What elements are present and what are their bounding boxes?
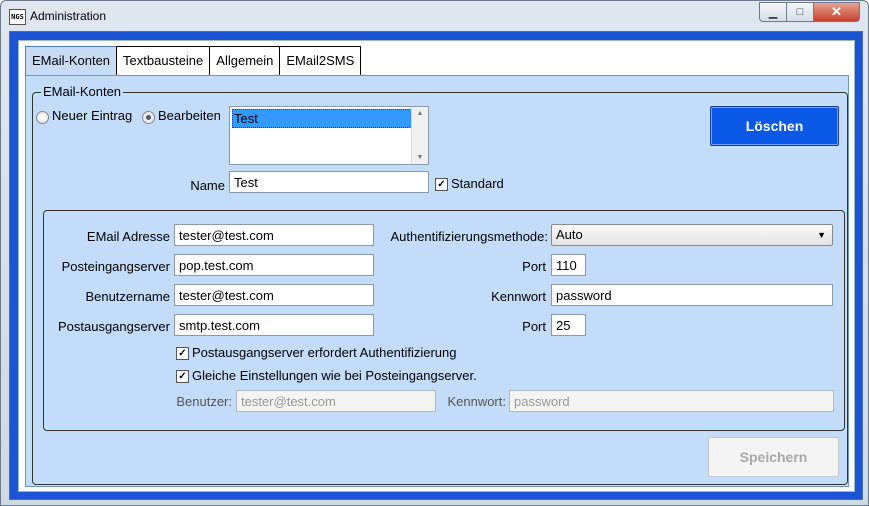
window-title: Administration	[30, 9, 107, 23]
same-settings-label: Gleiche Einstellungen wie bei Posteingan…	[192, 368, 477, 383]
incoming-port-input[interactable]: 110	[551, 254, 586, 276]
scroll-down-icon[interactable]: ▼	[412, 154, 428, 161]
username-label: Benutzername	[85, 289, 170, 304]
smtp-password-input[interactable]: password	[509, 390, 834, 412]
minimize-button[interactable]: ▁	[759, 2, 786, 22]
radio-edit-label: Bearbeiten	[158, 108, 221, 123]
tab-email2sms[interactable]: EMail2SMS	[279, 46, 362, 76]
maximize-icon: □	[796, 6, 804, 18]
account-settings-panel: EMail Adresse tester@test.com Authentifi…	[43, 210, 845, 431]
email-address-input[interactable]: tester@test.com	[174, 224, 374, 246]
radio-edit[interactable]	[142, 111, 155, 124]
outgoing-port-label: Port	[522, 319, 546, 334]
auth-method-value: Auto	[556, 227, 583, 242]
dropdown-arrow-icon: ▼	[817, 230, 826, 240]
title-bar[interactable]: NGS Administration ▁ □ ✕	[1, 1, 868, 31]
incoming-server-label: Posteingangserver	[61, 259, 170, 274]
client-area: EMail-Konten Textbausteine Allgemein EMa…	[18, 40, 855, 492]
outgoing-server-input[interactable]: smtp.test.com	[174, 314, 374, 336]
name-input[interactable]: Test	[229, 171, 429, 193]
tab-strip: EMail-Konten Textbausteine Allgemein EMa…	[25, 46, 362, 76]
minimize-icon: ▁	[768, 6, 778, 19]
tab-email-konten[interactable]: EMail-Konten	[25, 46, 118, 76]
radio-new-entry[interactable]	[36, 111, 49, 124]
radio-new-entry-label: Neuer Eintrag	[52, 108, 133, 123]
outgoing-port-input[interactable]: 25	[551, 314, 586, 336]
close-icon: ✕	[831, 4, 842, 19]
app-icon: NGS	[9, 9, 26, 25]
maximize-button[interactable]: □	[786, 2, 813, 22]
close-button[interactable]: ✕	[813, 2, 860, 22]
caption-buttons: ▁ □ ✕	[759, 2, 860, 22]
same-settings-checkbox[interactable]: ✓	[176, 370, 189, 383]
email-address-label: EMail Adresse	[86, 229, 170, 244]
tab-page-email-konten: EMail-Konten Neuer Eintrag Bearbeiten Te…	[25, 75, 849, 487]
standard-label: Standard	[451, 176, 504, 191]
smtp-password-label: Kennwort:	[447, 394, 506, 409]
smtp-auth-checkbox[interactable]: ✓	[176, 347, 189, 360]
group-legend: EMail-Konten	[41, 84, 124, 99]
auth-method-select[interactable]: Auto ▼	[551, 224, 833, 246]
password-input[interactable]: password	[551, 284, 833, 306]
incoming-port-label: Port	[522, 259, 546, 274]
password-label: Kennwort	[491, 289, 546, 304]
save-button[interactable]: Speichern	[708, 437, 839, 477]
standard-checkbox[interactable]: ✓	[435, 178, 448, 191]
outgoing-server-label: Postausgangserver	[57, 319, 170, 334]
account-listbox[interactable]: Test ▲ ▼	[229, 106, 429, 165]
tab-allgemein[interactable]: Allgemein	[209, 46, 281, 76]
listbox-scrollbar[interactable]: ▲ ▼	[411, 107, 428, 164]
auth-method-label: Authentifizierungsmethode:	[390, 229, 548, 244]
email-accounts-group: EMail-Konten Neuer Eintrag Bearbeiten Te…	[32, 84, 848, 485]
window-frame: EMail-Konten Textbausteine Allgemein EMa…	[9, 31, 863, 500]
administration-window: NGS Administration ▁ □ ✕ EMail-Konten Te…	[0, 0, 869, 506]
smtp-user-input[interactable]: tester@test.com	[236, 390, 436, 412]
delete-button[interactable]: Löschen	[710, 106, 839, 146]
tab-textbausteine[interactable]: Textbausteine	[116, 46, 211, 76]
smtp-auth-label: Postausgangserver erfordert Authentifizi…	[192, 345, 457, 360]
list-item[interactable]: Test	[232, 109, 412, 128]
smtp-user-label: Benutzer:	[176, 394, 232, 409]
scroll-up-icon[interactable]: ▲	[412, 110, 428, 117]
name-label: Name	[190, 178, 225, 193]
username-input[interactable]: tester@test.com	[174, 284, 374, 306]
incoming-server-input[interactable]: pop.test.com	[174, 254, 374, 276]
